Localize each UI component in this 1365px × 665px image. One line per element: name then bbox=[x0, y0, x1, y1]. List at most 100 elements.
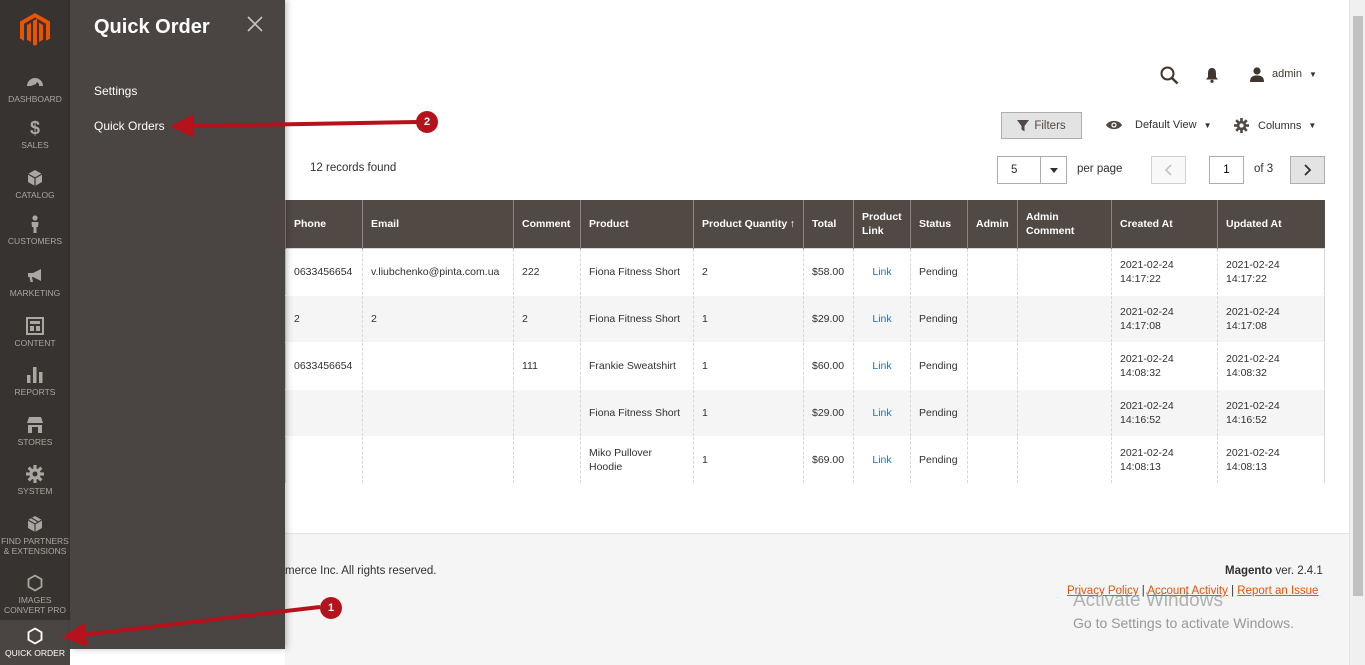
nav-item-content[interactable]: CONTENT bbox=[0, 317, 70, 348]
cell-total: $58.00 bbox=[803, 248, 854, 296]
link-separator: | bbox=[1227, 585, 1238, 597]
nav-label: DASHBOARD bbox=[8, 94, 62, 104]
nav-item-reports[interactable]: REPORTS bbox=[0, 366, 70, 397]
cell-comment bbox=[513, 389, 581, 437]
column-header-total[interactable]: Total bbox=[803, 200, 854, 248]
column-header-updated-at[interactable]: Updated At bbox=[1217, 200, 1325, 248]
nav-item-sales[interactable]: $ SALES bbox=[0, 119, 70, 150]
nav-item-dashboard[interactable]: DASHBOARD bbox=[0, 73, 70, 104]
column-header-comment[interactable]: Comment bbox=[513, 200, 581, 248]
cell-created-at: 2021-02-24 14:08:32 bbox=[1111, 342, 1218, 390]
nav-item-marketing[interactable]: MARKETING bbox=[0, 267, 70, 298]
per-page-label: per page bbox=[1077, 163, 1123, 175]
cell-email bbox=[362, 342, 514, 390]
column-header-email[interactable]: Email bbox=[362, 200, 514, 248]
per-page-select[interactable]: 5 bbox=[997, 156, 1067, 184]
cell-admin bbox=[967, 342, 1018, 390]
close-icon[interactable] bbox=[246, 15, 264, 33]
annotation-badge-1: 1 bbox=[320, 597, 342, 619]
nav-item-catalog[interactable]: CATALOG bbox=[0, 169, 70, 200]
columns-selector[interactable]: Columns ▼ bbox=[1234, 118, 1316, 133]
column-header-admin[interactable]: Admin bbox=[967, 200, 1018, 248]
cell-updated-at: 2021-02-24 14:08:13 bbox=[1217, 436, 1325, 484]
cell-product: Fiona Fitness Short bbox=[580, 295, 694, 343]
column-header-status[interactable]: Status bbox=[910, 200, 968, 248]
column-header-product-link[interactable]: Product Link bbox=[853, 200, 911, 248]
nav-label: CATALOG bbox=[15, 190, 55, 200]
product-link[interactable]: Link bbox=[853, 389, 911, 437]
grid-header-row: Phone Email Comment Product ↑ Product Qua… bbox=[285, 200, 1325, 248]
nav-item-customers[interactable]: CUSTOMERS bbox=[0, 215, 70, 246]
cell-comment: 2 bbox=[513, 295, 581, 343]
search-icon[interactable] bbox=[1160, 66, 1179, 85]
cell-email: v.liubchenko@pinta.com.ua bbox=[362, 248, 514, 296]
report-issue-link[interactable]: Report an Issue bbox=[1237, 585, 1318, 597]
scrollbar-thumb[interactable] bbox=[1353, 16, 1363, 596]
magento-logo-icon[interactable] bbox=[20, 13, 50, 47]
version-text: ver. 2.4.1 bbox=[1272, 565, 1323, 577]
eye-icon bbox=[1106, 120, 1122, 130]
nav-item-find-partners[interactable]: FIND PARTNERS & EXTENSIONS bbox=[0, 515, 70, 556]
product-link[interactable]: Link bbox=[853, 295, 911, 343]
product-link[interactable]: Link bbox=[853, 248, 911, 296]
cell-phone: 2 bbox=[285, 295, 363, 343]
cell-phone: 0633456654 bbox=[285, 342, 363, 390]
nav-item-images-convert-pro[interactable]: IMAGES CONVERT PRO bbox=[0, 574, 70, 615]
hexagon-icon bbox=[27, 574, 43, 592]
cell-qty: 1 bbox=[693, 436, 804, 484]
cell-status: Pending bbox=[910, 295, 968, 343]
table-row[interactable]: 2 2 2 Fiona Fitness Short 1 $29.00 Link … bbox=[285, 295, 1325, 343]
cell-phone: 0633456654 bbox=[285, 248, 363, 296]
cell-updated-at: 2021-02-24 14:17:08 bbox=[1217, 295, 1325, 343]
nav-label: REPORTS bbox=[14, 387, 56, 397]
nav-label: FIND PARTNERS & EXTENSIONS bbox=[1, 536, 69, 556]
cell-comment: 222 bbox=[513, 248, 581, 296]
caret-down-icon: ▼ bbox=[1309, 70, 1317, 79]
nav-item-system[interactable]: SYSTEM bbox=[0, 465, 70, 496]
previous-page-button[interactable] bbox=[1151, 156, 1186, 184]
cell-created-at: 2021-02-24 14:08:13 bbox=[1111, 436, 1218, 484]
dollar-icon: $ bbox=[29, 118, 40, 138]
cell-admin-comment bbox=[1017, 248, 1112, 296]
submenu-item-settings[interactable]: Settings bbox=[94, 84, 137, 98]
nav-label: MARKETING bbox=[9, 288, 61, 298]
cell-comment bbox=[513, 436, 581, 484]
filters-button[interactable]: Filters bbox=[1001, 112, 1082, 139]
cell-comment: 111 bbox=[513, 342, 581, 390]
page-total: of 3 bbox=[1254, 163, 1274, 175]
nav-item-quick-order[interactable]: QUICK ORDER bbox=[0, 620, 70, 665]
admin-account-menu[interactable]: admin ▼ bbox=[1272, 68, 1317, 80]
cell-product: Miko Pullover Hoodie bbox=[580, 436, 694, 484]
column-header-created-at[interactable]: Created At bbox=[1111, 200, 1218, 248]
view-selector[interactable]: Default View ▼ bbox=[1105, 119, 1211, 131]
page-number-input[interactable] bbox=[1209, 156, 1244, 184]
cell-total: $69.00 bbox=[803, 436, 854, 484]
user-icon[interactable] bbox=[1249, 67, 1265, 82]
product-link[interactable]: Link bbox=[853, 436, 911, 484]
column-header-phone[interactable]: Phone bbox=[285, 200, 363, 248]
column-header-product[interactable]: Product bbox=[580, 200, 694, 248]
cell-qty: 1 bbox=[693, 342, 804, 390]
table-row[interactable]: Fiona Fitness Short 1 $29.00 Link Pendin… bbox=[285, 389, 1325, 437]
cell-email bbox=[362, 389, 514, 437]
nav-label: IMAGES CONVERT PRO bbox=[3, 595, 67, 615]
per-page-dropdown-button[interactable] bbox=[1040, 157, 1066, 183]
column-header-product-quantity[interactable]: ↑ Product Quantity bbox=[693, 200, 804, 248]
nav-item-stores[interactable]: STORES bbox=[0, 416, 70, 447]
column-header-admin-comment[interactable]: Admin Comment bbox=[1017, 200, 1112, 248]
table-row[interactable]: 0633456654 v.liubchenko@pinta.com.ua 222… bbox=[285, 248, 1325, 296]
admin-label: admin bbox=[1272, 68, 1302, 80]
chevron-left-icon bbox=[1164, 164, 1172, 176]
submenu-item-quick-orders[interactable]: Quick Orders bbox=[94, 119, 165, 133]
page: admin ▼ Filters Default View ▼ Columns ▼… bbox=[0, 0, 1365, 665]
cell-phone bbox=[285, 436, 363, 484]
cell-total: $29.00 bbox=[803, 295, 854, 343]
funnel-icon bbox=[1017, 119, 1030, 131]
table-row[interactable]: Miko Pullover Hoodie 1 $69.00 Link Pendi… bbox=[285, 436, 1325, 484]
admin-sidebar: DASHBOARD $ SALES CATALOG CUSTOMERS MARK… bbox=[0, 0, 70, 665]
page-scrollbar[interactable] bbox=[1349, 0, 1365, 665]
table-row[interactable]: 0633456654 111 Frankie Sweatshirt 1 $60.… bbox=[285, 342, 1325, 390]
next-page-button[interactable] bbox=[1290, 156, 1325, 184]
product-link[interactable]: Link bbox=[853, 342, 911, 390]
bell-icon[interactable] bbox=[1205, 67, 1219, 83]
